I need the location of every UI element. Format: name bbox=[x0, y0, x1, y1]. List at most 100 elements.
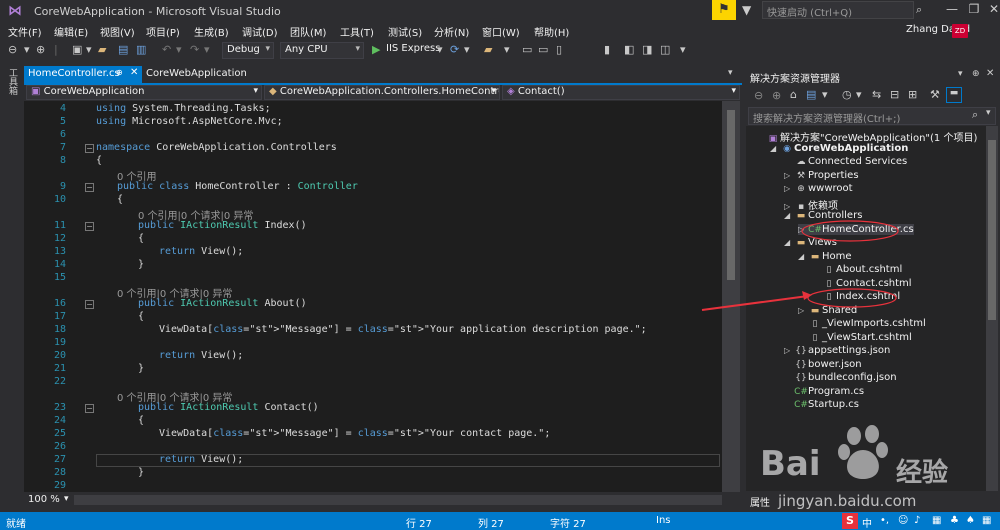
ime-emoji-icon[interactable]: ☺ bbox=[898, 515, 908, 526]
forward-icon[interactable]: ⊕ bbox=[772, 89, 781, 102]
tree-item[interactable]: ▯ About.cshtml bbox=[812, 264, 903, 275]
expand-arrow-icon[interactable]: ▷ bbox=[784, 346, 794, 355]
notification-flag-icon[interactable]: ⚑ bbox=[712, 0, 736, 20]
expand-arrow-icon[interactable]: ▷ bbox=[798, 306, 808, 315]
ime-voice-icon[interactable]: ♪ bbox=[914, 515, 920, 526]
zoom-dropdown-icon[interactable]: ▾ bbox=[64, 494, 69, 504]
refresh-dropdown-icon[interactable]: ▾ bbox=[464, 43, 470, 56]
expand-arrow-icon[interactable]: ◢ bbox=[798, 252, 808, 261]
member-dropdown[interactable]: ◈ Contact() ▾ bbox=[502, 85, 740, 100]
project-dropdown[interactable]: ▣ CoreWebApplication ▾ bbox=[26, 85, 262, 100]
forward-icon[interactable]: ⊕ bbox=[36, 43, 45, 56]
toolbox-tab[interactable]: 工具箱 bbox=[6, 68, 19, 95]
ime-menu-icon[interactable]: ▦ bbox=[982, 515, 991, 526]
collapse-region-icon[interactable]: − bbox=[85, 222, 94, 231]
menu-project[interactable]: 项目(P) bbox=[146, 24, 180, 39]
sync-dropdown-icon[interactable]: ▾ bbox=[822, 88, 828, 101]
new-dropdown-icon[interactable]: ▾ bbox=[86, 43, 92, 56]
redo-icon[interactable]: ↷ bbox=[190, 43, 199, 56]
menu-debug[interactable]: 调试(D) bbox=[242, 24, 278, 39]
home-icon[interactable]: ⌂ bbox=[790, 88, 797, 101]
tree-item[interactable]: ☁ Connected Services bbox=[784, 156, 908, 167]
tree-item[interactable]: ▷ C#HomeController.cs bbox=[798, 223, 914, 235]
next-bookmark-icon[interactable]: ◨ bbox=[642, 43, 652, 56]
tree-item[interactable]: ▯ Contact.cshtml bbox=[812, 278, 912, 289]
tab-home-controller[interactable]: HomeController.cs ⊕ ✕ bbox=[24, 66, 142, 84]
show-all-files-icon[interactable]: ⊞ bbox=[908, 88, 917, 101]
avatar[interactable]: ZD bbox=[952, 24, 968, 38]
back-icon[interactable]: ⊖ bbox=[8, 43, 17, 56]
clear-bookmarks-icon[interactable]: ◫ bbox=[660, 43, 670, 56]
back-icon[interactable]: ⊖ bbox=[754, 89, 763, 102]
tree-item[interactable]: ◢ ▬ Home bbox=[798, 251, 852, 262]
menu-view[interactable]: 视图(V) bbox=[100, 24, 135, 39]
menu-test[interactable]: 测试(S) bbox=[388, 24, 422, 39]
sync-icon[interactable]: ▤ bbox=[806, 88, 816, 101]
undo-icon[interactable]: ↶ bbox=[162, 43, 171, 56]
tree-item[interactable]: ▷ ⚒ Properties bbox=[784, 170, 859, 181]
expand-arrow-icon[interactable]: ◢ bbox=[784, 238, 794, 247]
ime-skin-icon[interactable]: ♠ bbox=[966, 515, 975, 526]
back-dropdown-icon[interactable]: ▾ bbox=[24, 43, 30, 56]
tree-item[interactable]: ◢ ▬ Views bbox=[784, 237, 837, 248]
expand-arrow-icon[interactable]: ▷ bbox=[798, 225, 808, 234]
tree-item[interactable]: {}bower.json bbox=[784, 359, 861, 370]
save-all-icon[interactable]: ▥ bbox=[136, 43, 146, 56]
tab-core-web-application[interactable]: CoreWebApplication bbox=[146, 68, 247, 79]
close-button[interactable]: ✕ bbox=[980, 0, 1000, 20]
tree-item[interactable]: ◢ ◉ CoreWebApplication bbox=[770, 143, 908, 154]
editor-horizontal-scrollbar[interactable] bbox=[74, 495, 722, 505]
expand-arrow-icon[interactable]: ◢ bbox=[784, 211, 794, 220]
solution-scroll-thumb[interactable] bbox=[988, 140, 996, 320]
properties-wrench-icon[interactable]: ⚒ bbox=[930, 88, 940, 101]
collapse-region-icon[interactable]: − bbox=[85, 183, 94, 192]
zoom-level[interactable]: 100 % bbox=[28, 494, 60, 505]
search-dropdown-icon[interactable]: ▾ bbox=[986, 108, 991, 118]
tree-item[interactable]: ▷ {}appsettings.json bbox=[784, 345, 890, 356]
menu-team[interactable]: 团队(M) bbox=[290, 24, 326, 39]
ime-keyboard-icon[interactable]: ▦ bbox=[932, 515, 941, 526]
search-icon[interactable]: ⌕ bbox=[916, 3, 922, 17]
bookmark-icon[interactable]: ▮ bbox=[604, 43, 610, 56]
tree-item[interactable]: C#Startup.cs bbox=[784, 399, 859, 410]
menu-window[interactable]: 窗口(W) bbox=[482, 24, 520, 39]
tree-item[interactable]: ▷ ▬ Shared bbox=[798, 305, 857, 316]
solution-search-input[interactable]: 搜索解决方案资源管理器(Ctrl+;) bbox=[748, 107, 996, 125]
close-tab-icon[interactable]: ✕ bbox=[130, 67, 138, 78]
open-folder-icon[interactable]: ▰ bbox=[98, 43, 106, 56]
prev-bookmark-icon[interactable]: ◧ bbox=[624, 43, 634, 56]
tree-item[interactable]: {}bundleconfig.json bbox=[784, 372, 896, 383]
tab-overflow-icon[interactable]: ▾ bbox=[728, 68, 733, 78]
uncomment-icon[interactable]: ▭ bbox=[538, 43, 548, 56]
menu-tools[interactable]: 工具(T) bbox=[340, 24, 374, 39]
history-icon[interactable]: ◷ bbox=[842, 88, 852, 101]
tree-item[interactable]: ▯ Index.cshtml bbox=[812, 291, 901, 302]
class-dropdown[interactable]: ◆ CoreWebApplication.Controllers.HomeCon… bbox=[264, 85, 500, 100]
collapse-region-icon[interactable]: − bbox=[85, 404, 94, 413]
expand-arrow-icon[interactable]: ◢ bbox=[770, 144, 780, 153]
platform-select[interactable]: Any CPU ▾ bbox=[280, 42, 364, 59]
ime-chinese-icon[interactable]: 中 bbox=[862, 515, 872, 530]
collapse-region-icon[interactable]: − bbox=[85, 300, 94, 309]
redo-dropdown-icon[interactable]: ▾ bbox=[204, 43, 210, 56]
pin-icon[interactable]: ⊕ bbox=[972, 69, 980, 79]
quick-launch-input[interactable]: 快速启动 (Ctrl+Q) bbox=[762, 1, 914, 19]
bookmark-icon[interactable]: ▯ bbox=[556, 43, 562, 56]
menu-analyze[interactable]: 分析(N) bbox=[434, 24, 469, 39]
toolbar-options-icon[interactable]: ▾ bbox=[504, 43, 510, 56]
filter-icon[interactable]: ▼ bbox=[742, 3, 751, 17]
menu-help[interactable]: 帮助(H) bbox=[534, 24, 569, 39]
preview-icon[interactable]: ▬ bbox=[946, 87, 962, 103]
sogou-ime-icon[interactable]: S bbox=[842, 513, 858, 529]
undo-dropdown-icon[interactable]: ▾ bbox=[176, 43, 182, 56]
close-pane-icon[interactable]: ✕ bbox=[986, 68, 994, 79]
menu-edit[interactable]: 编辑(E) bbox=[54, 24, 88, 39]
toolbar-overflow-icon[interactable]: ▾ bbox=[680, 43, 686, 56]
ime-punct-icon[interactable]: •, bbox=[880, 515, 889, 526]
expand-arrow-icon[interactable]: ▷ bbox=[784, 171, 794, 180]
ime-user-icon[interactable]: ♣ bbox=[950, 515, 959, 526]
refresh-icon[interactable]: ⇆ bbox=[872, 88, 881, 101]
collapse-all-icon[interactable]: ⊟ bbox=[890, 88, 899, 101]
configuration-select[interactable]: Debug ▾ bbox=[222, 42, 274, 59]
tree-item[interactable]: ◢ ▬ Controllers bbox=[784, 210, 862, 221]
